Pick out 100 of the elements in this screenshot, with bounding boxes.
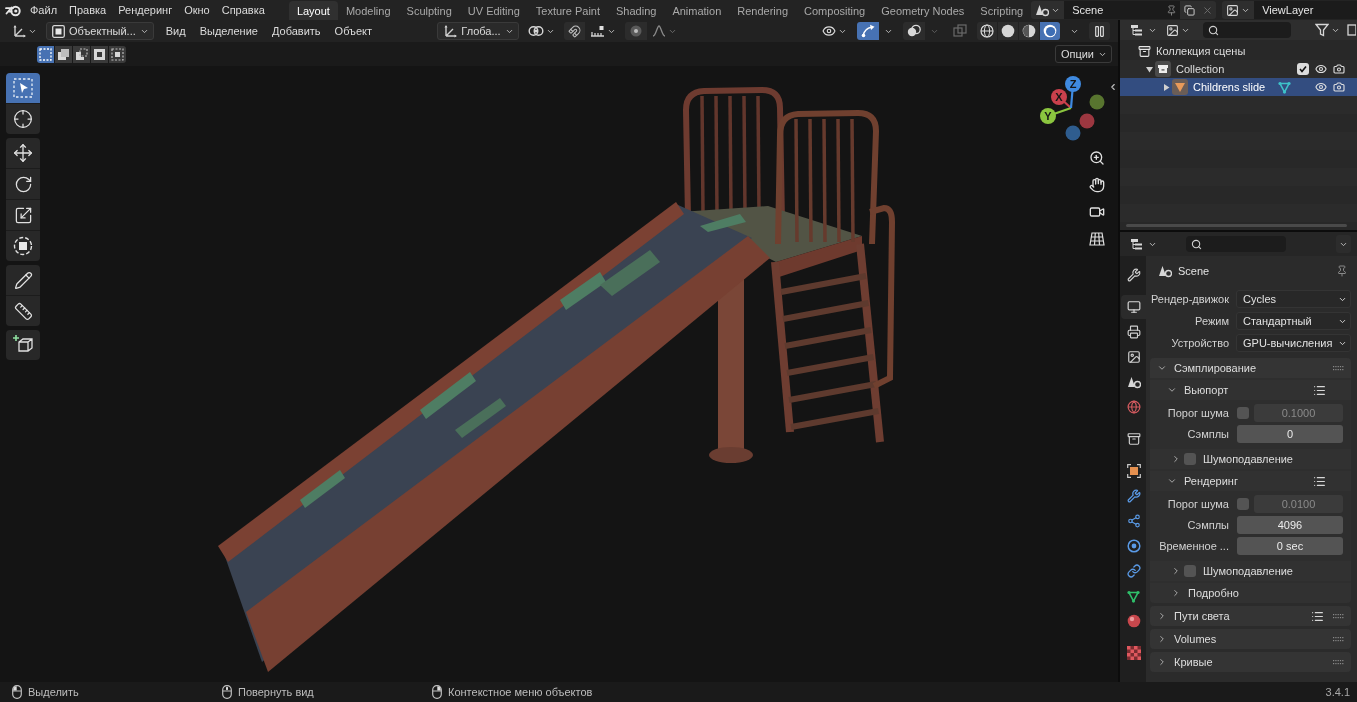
- presets-list-icon[interactable]: [1313, 474, 1326, 488]
- mode-dropdown[interactable]: Объектный...: [46, 22, 154, 40]
- tool-button[interactable]: [6, 169, 40, 199]
- panel-header[interactable]: Volumes: [1150, 629, 1351, 649]
- number-field[interactable]: 4096: [1237, 516, 1343, 534]
- gizmo-toggle[interactable]: [857, 22, 879, 40]
- new-scene-button[interactable]: [1180, 1, 1199, 19]
- view-layer-selector-button[interactable]: [1222, 1, 1255, 19]
- checkbox[interactable]: [1237, 407, 1249, 419]
- number-field[interactable]: 0 sec: [1237, 537, 1343, 555]
- orientation-dropdown[interactable]: Глоба...: [437, 22, 519, 40]
- axis-handle[interactable]: [1065, 125, 1081, 141]
- snap-toggle[interactable]: [563, 22, 585, 40]
- presets-list-icon[interactable]: [1311, 609, 1324, 623]
- dropdown[interactable]: Cycles: [1236, 290, 1351, 308]
- properties-tab[interactable]: [1121, 295, 1146, 319]
- menu-item[interactable]: Окно: [178, 1, 216, 19]
- menu-item[interactable]: Файл: [24, 1, 64, 19]
- menu-item[interactable]: Вид: [158, 22, 193, 40]
- sidebar-toggle[interactable]: [1108, 81, 1118, 93]
- select-mode-button[interactable]: [73, 45, 90, 63]
- sphere-icon: [1126, 614, 1141, 628]
- outliner-item[interactable]: Коллекция сцены: [1120, 42, 1357, 60]
- workspace-tab[interactable]: Shading: [608, 1, 665, 20]
- rotate-icon: [13, 174, 33, 194]
- disclosure-triangle-icon[interactable]: [1145, 65, 1153, 73]
- workspace-tab[interactable]: Animation: [664, 1, 730, 20]
- overlapping-squares-icon: [57, 47, 70, 61]
- tool-button[interactable]: [6, 231, 40, 261]
- delete-scene-button[interactable]: [1198, 1, 1217, 19]
- scrollbar[interactable]: [1126, 224, 1347, 227]
- menu-item[interactable]: Правка: [63, 1, 113, 19]
- menu-item[interactable]: Объект: [327, 22, 380, 40]
- checkbox[interactable]: [1297, 63, 1309, 75]
- tool-button[interactable]: [6, 296, 40, 326]
- menu-item[interactable]: Добавить: [264, 22, 328, 40]
- shading-mode-button[interactable]: [998, 22, 1018, 40]
- workspace-tab[interactable]: Layout: [288, 1, 338, 20]
- menu-item[interactable]: Выделение: [192, 22, 265, 40]
- axes-icon: [12, 24, 26, 38]
- disclosure-triangle-icon[interactable]: [1162, 83, 1170, 91]
- field-label: Порог шума: [1166, 407, 1229, 419]
- axis-handle[interactable]: [1089, 94, 1105, 110]
- checkbox[interactable]: [1237, 498, 1249, 510]
- scene-selector-button[interactable]: [1031, 1, 1065, 19]
- tool-button[interactable]: [6, 104, 40, 134]
- axis-handle[interactable]: [1079, 113, 1095, 129]
- overlays-toggle[interactable]: [903, 22, 925, 40]
- shading-mode-button[interactable]: [1040, 22, 1060, 40]
- select-mode-button[interactable]: [37, 45, 54, 63]
- menu-item[interactable]: Справка: [215, 1, 271, 19]
- panel-header[interactable]: Пути света: [1150, 606, 1351, 626]
- axis-handle[interactable]: Y: [1040, 106, 1072, 124]
- menu-item[interactable]: Рендеринг: [112, 1, 179, 19]
- dropdown[interactable]: Стандартный: [1236, 312, 1351, 330]
- search-field[interactable]: [1186, 236, 1286, 252]
- workspace-tab[interactable]: UV Editing: [459, 1, 528, 20]
- proportional-toggle[interactable]: [624, 22, 647, 40]
- scene-name-field[interactable]: Scene: [1064, 1, 1163, 19]
- view-layer-name-field[interactable]: ViewLayer: [1254, 1, 1357, 19]
- panel-header[interactable]: Кривые: [1150, 652, 1351, 672]
- grip-dots-icon[interactable]: [1333, 613, 1344, 619]
- workspace-tab[interactable]: Geometry Nodes: [873, 1, 973, 20]
- eye-icon[interactable]: [1315, 81, 1327, 93]
- pin-icon[interactable]: [1336, 265, 1348, 277]
- select-mode-button[interactable]: [109, 45, 126, 63]
- grip-dots-icon[interactable]: [1333, 365, 1344, 371]
- grip-dots-icon[interactable]: [1333, 659, 1344, 665]
- search-field[interactable]: [1203, 22, 1291, 38]
- dropdown[interactable]: GPU-вычисления: [1236, 334, 1351, 352]
- select-mode-button[interactable]: [55, 45, 72, 63]
- number-field[interactable]: 0: [1237, 425, 1343, 443]
- options-dropdown[interactable]: Опции: [1054, 45, 1112, 63]
- checkbox[interactable]: [1184, 565, 1196, 577]
- eye-icon[interactable]: [1315, 63, 1327, 75]
- camera-icon[interactable]: [1333, 63, 1345, 75]
- shading-mode-button[interactable]: [977, 22, 997, 40]
- select-mode-button[interactable]: [91, 45, 108, 63]
- workspace-tab[interactable]: Compositing: [796, 1, 874, 20]
- pause-button[interactable]: [1089, 22, 1110, 40]
- camera-icon[interactable]: [1333, 81, 1345, 93]
- workspace-tab[interactable]: Scripting: [972, 1, 1032, 20]
- logo-icon[interactable]: [5, 3, 22, 17]
- workspace-tab[interactable]: Sculpting: [398, 1, 460, 20]
- outliner-item[interactable]: Collection: [1120, 60, 1357, 78]
- mesh-triangle-icon: [1278, 80, 1291, 94]
- tool-button[interactable]: [6, 200, 40, 230]
- axis-handle[interactable]: Z: [1065, 76, 1081, 109]
- grip-dots-icon[interactable]: [1333, 636, 1344, 642]
- outliner-item[interactable]: Childrens slide: [1120, 78, 1357, 96]
- tool-button[interactable]: [6, 265, 40, 295]
- tool-button[interactable]: [6, 330, 40, 360]
- workspace-tab[interactable]: Modeling: [337, 1, 399, 20]
- presets-list-icon[interactable]: [1313, 383, 1326, 397]
- panel-header[interactable]: Сэмплирование: [1150, 358, 1351, 378]
- workspace-tab[interactable]: Rendering: [729, 1, 797, 20]
- workspace-tab[interactable]: Texture Paint: [527, 1, 608, 20]
- shading-mode-button[interactable]: [1019, 22, 1039, 40]
- tool-button[interactable]: [6, 138, 40, 168]
- checkbox[interactable]: [1184, 453, 1196, 465]
